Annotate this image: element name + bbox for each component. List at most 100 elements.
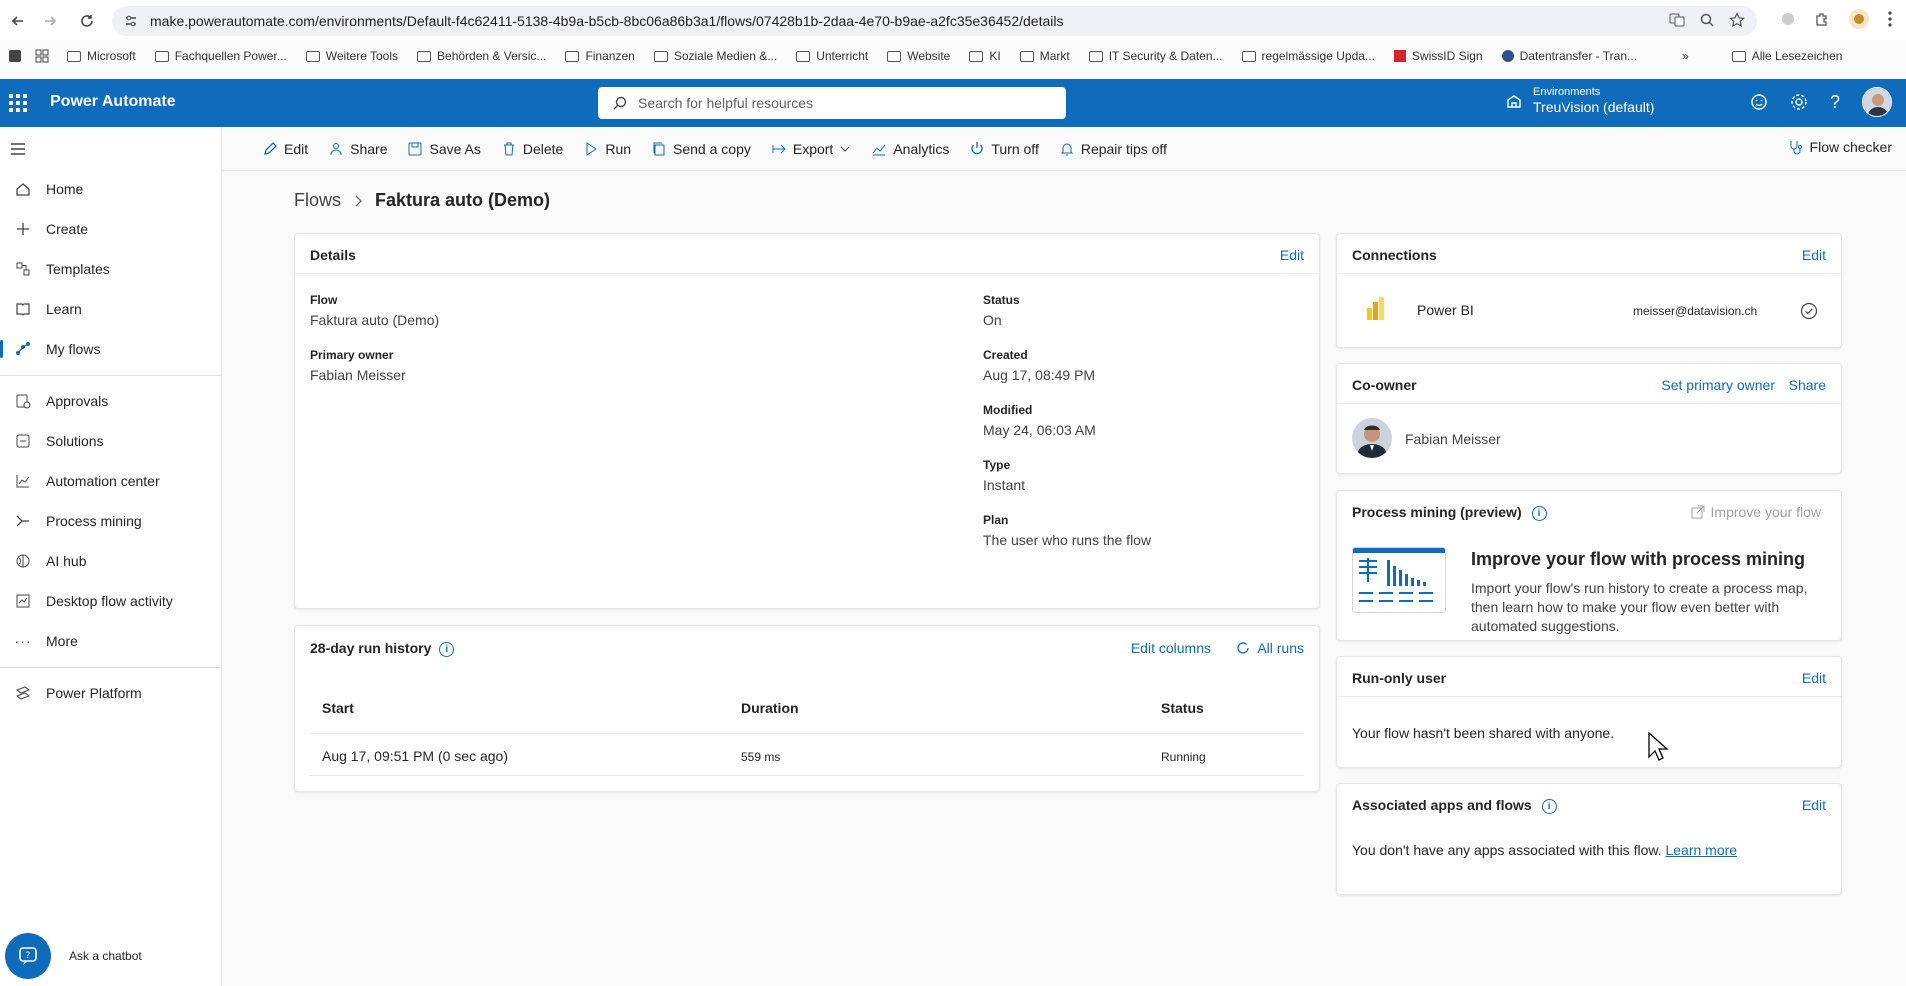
environment-picker[interactable]: Environments TreuVision (default)	[1505, 86, 1654, 116]
forward-icon[interactable]	[34, 5, 66, 37]
info-icon[interactable]: i	[439, 641, 455, 657]
co-owner-share-link[interactable]: Share	[1789, 377, 1826, 393]
bookmark-item[interactable]: Unterricht	[796, 49, 868, 63]
connections-title: Connections	[1352, 247, 1437, 263]
apps-icon[interactable]	[9, 50, 21, 62]
column-header-status[interactable]: Status	[1161, 700, 1204, 716]
nav-item-process-mining[interactable]: Process mining	[0, 504, 221, 538]
app-name[interactable]: Power Automate	[50, 93, 176, 111]
analytics-button[interactable]: Analytics	[871, 141, 949, 157]
profile-icon[interactable]	[1848, 8, 1870, 30]
edit-button[interactable]: Edit	[262, 141, 308, 157]
set-primary-owner-link[interactable]: Set primary owner	[1661, 377, 1775, 393]
associated-edit-link[interactable]: Edit	[1802, 797, 1826, 813]
repair-tips-button[interactable]: Repair tips off	[1059, 141, 1167, 157]
status-label: Status	[983, 293, 1020, 307]
co-owner-name: Fabian Meisser	[1405, 431, 1501, 447]
help-icon[interactable]: ?	[1830, 92, 1840, 113]
power-platform-icon	[0, 685, 46, 701]
bookmark-item[interactable]: Weitere Tools	[305, 49, 398, 63]
reload-icon[interactable]	[71, 5, 103, 37]
details-title: Details	[310, 247, 356, 263]
ask-chatbot[interactable]: ? Ask a chatbot	[5, 933, 142, 979]
created-label: Created	[983, 348, 1028, 362]
bookmark-item[interactable]: IT Security & Daten...	[1088, 49, 1223, 63]
bookmark-item[interactable]: Website	[887, 49, 950, 63]
bookmark-item[interactable]: Markt	[1019, 49, 1070, 63]
feedback-smile-icon[interactable]	[1750, 93, 1768, 111]
nav-item-automation-center[interactable]: Automation center	[0, 464, 221, 498]
site-settings-icon[interactable]	[124, 14, 138, 28]
column-header-start[interactable]: Start	[322, 700, 354, 716]
connection-name: Power BI	[1417, 302, 1474, 318]
chatbot-icon[interactable]: ?	[5, 933, 51, 979]
search-input[interactable]: Search for helpful resources	[598, 87, 1066, 119]
details-edit-link[interactable]: Edit	[1280, 247, 1304, 263]
nav-item-ai-hub[interactable]: AI hub	[0, 544, 221, 578]
run-only-user-card: Run-only user Edit Your flow hasn't been…	[1336, 656, 1842, 768]
run-only-edit-link[interactable]: Edit	[1802, 670, 1826, 686]
delete-button[interactable]: Delete	[501, 141, 563, 157]
nav-item-create[interactable]: Create	[0, 212, 221, 246]
run-button[interactable]: Run	[583, 141, 631, 157]
connections-edit-link[interactable]: Edit	[1802, 247, 1826, 263]
process-mining-card: Process mining (preview) i Improve your …	[1336, 490, 1842, 641]
zoom-icon[interactable]	[1699, 12, 1715, 28]
nav-item-solutions[interactable]: Solutions	[0, 424, 221, 458]
type-value: Instant	[983, 477, 1026, 493]
bookmark-item[interactable]: Fachquellen Power...	[154, 49, 287, 63]
address-bar[interactable]: make.powerautomate.com/environments/Defa…	[112, 6, 1757, 36]
bookmark-item[interactable]: Finanzen	[565, 49, 635, 63]
puzzle-icon[interactable]	[1814, 11, 1830, 27]
learn-more-link[interactable]: Learn more	[1665, 842, 1737, 858]
star-icon[interactable]	[1729, 12, 1745, 28]
nav-item-desktop-flow-activity[interactable]: Desktop flow activity	[0, 584, 221, 618]
run-start: Aug 17, 09:51 PM (0 sec ago)	[322, 748, 508, 764]
send-copy-button[interactable]: Send a copy	[651, 141, 751, 157]
run-status: Running	[1161, 750, 1206, 764]
nav-item-templates[interactable]: Templates	[0, 252, 221, 286]
process-mining-body: Import your flow's run history to create…	[1471, 580, 1808, 634]
nav-item-power-platform[interactable]: Power Platform	[0, 676, 221, 710]
share-button[interactable]: Share	[328, 141, 387, 157]
plus-icon	[0, 221, 46, 237]
app-launcher-icon[interactable]	[9, 94, 27, 112]
turn-off-button[interactable]: Turn off	[969, 141, 1039, 157]
created-value: Aug 17, 08:49 PM	[983, 367, 1096, 383]
settings-gear-icon[interactable]	[1790, 93, 1808, 111]
solutions-icon	[0, 433, 46, 449]
bookmark-item[interactable]: Datentransfer - Tran...	[1501, 49, 1637, 63]
column-header-duration[interactable]: Duration	[741, 700, 799, 716]
user-avatar[interactable]	[1862, 87, 1892, 117]
back-icon[interactable]	[2, 5, 34, 37]
breadcrumb-flows-link[interactable]: Flows	[294, 190, 341, 211]
menu-dots-icon[interactable]	[1888, 11, 1892, 27]
bookmark-item[interactable]: SwissID Sign	[1393, 49, 1483, 63]
info-icon[interactable]: i	[1541, 798, 1557, 814]
nav-item-approvals[interactable]: Approvals	[0, 384, 221, 418]
edit-columns-link[interactable]: Edit columns	[1131, 640, 1211, 656]
hamburger-menu-icon[interactable]	[10, 142, 26, 156]
flow-checker-button[interactable]: Flow checker	[1788, 139, 1892, 155]
all-runs-link[interactable]: All runs	[1235, 640, 1304, 656]
improve-your-flow-link[interactable]: Improve your flow	[1691, 504, 1821, 520]
translate-icon[interactable]	[1669, 12, 1685, 28]
all-bookmarks[interactable]: Alle Lesezeichen	[1731, 49, 1842, 63]
grid-icon[interactable]	[35, 49, 49, 63]
save-as-button[interactable]: Save As	[407, 141, 481, 157]
bookmark-item[interactable]: KI	[969, 49, 1001, 63]
nav-item-learn[interactable]: Learn	[0, 292, 221, 326]
bookmarks-overflow-icon[interactable]: »	[1682, 49, 1689, 63]
bookmark-item[interactable]: Microsoft	[67, 49, 136, 63]
nav-item-home[interactable]: Home	[0, 172, 221, 206]
nav-item-more[interactable]: ··· More	[0, 624, 221, 658]
extension-icon[interactable]	[1780, 11, 1796, 27]
bookmark-item[interactable]: regelmässige Upda...	[1241, 49, 1375, 63]
flows-icon	[0, 341, 46, 357]
bookmark-item[interactable]: Behörden & Versic...	[417, 49, 546, 63]
export-button[interactable]: Export	[771, 141, 851, 157]
bookmark-item[interactable]: Soziale Medien &...	[653, 49, 777, 63]
nav-item-my-flows[interactable]: My flows	[0, 332, 221, 366]
info-icon[interactable]: i	[1531, 505, 1547, 521]
associated-apps-card: Associated apps and flows i Edit You don…	[1336, 783, 1842, 895]
